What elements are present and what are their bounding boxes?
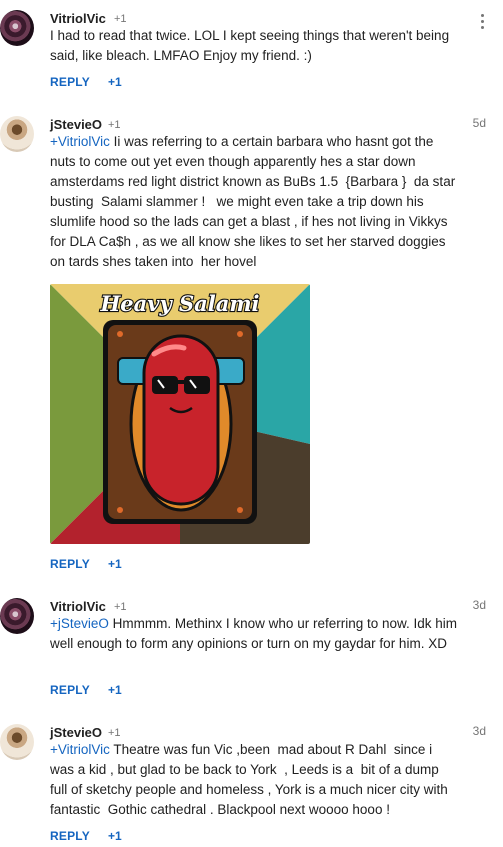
comment-body: Hmmmm. Methinx I know who ur referring t… (50, 616, 461, 651)
plus-count: +1 (114, 601, 127, 613)
comment-timestamp: 5d (472, 116, 486, 130)
avatar[interactable] (0, 116, 34, 152)
avatar[interactable] (0, 724, 34, 760)
reply-button[interactable]: REPLY (50, 683, 90, 697)
comment-body: Theatre was fun Vic ,been mad about R Da… (50, 742, 452, 817)
comment-author[interactable]: jStevieO (50, 725, 102, 740)
plus-one-button[interactable]: +1 (108, 557, 122, 571)
comment-actions: REPLY +1 (0, 557, 503, 577)
image-title: Heavy Salami (99, 291, 259, 316)
comment-text: +VitriolVic Theatre was fun Vic ,been ma… (50, 740, 458, 820)
comment-timestamp: 3d (472, 724, 486, 738)
reply-button[interactable]: REPLY (50, 829, 90, 843)
mention-link[interactable]: +jStevieO (50, 616, 109, 631)
comment-author[interactable]: VitriolVic (50, 11, 106, 26)
comment-author[interactable]: VitriolVic (50, 599, 106, 614)
comment-item: VitriolVic +1 3d +jStevieO Hmmmm. Methin… (0, 592, 503, 702)
comment-item: VitriolVic +1 I had to read that twice. … (0, 0, 503, 100)
comment-author[interactable]: jStevieO (50, 117, 102, 132)
more-options-icon[interactable] (481, 14, 485, 30)
plus-count: +1 (114, 13, 127, 25)
attached-image[interactable]: Heavy Salami (50, 284, 310, 544)
plus-one-button[interactable]: +1 (108, 75, 122, 89)
mention-link[interactable]: +VitriolVic (50, 742, 110, 757)
reply-button[interactable]: REPLY (50, 557, 90, 571)
plus-one-button[interactable]: +1 (108, 683, 122, 697)
sausage-with-sunglasses-image: Heavy Salami (50, 284, 310, 544)
reply-button[interactable]: REPLY (50, 75, 90, 89)
comment-text: +jStevieO Hmmmm. Methinx I know who ur r… (50, 614, 458, 654)
comment-body: Ii was referring to a certain barbara wh… (50, 134, 459, 269)
comment-text: I had to read that twice. LOL I kept see… (50, 28, 453, 63)
mention-link[interactable]: +VitriolVic (50, 134, 110, 149)
comment-timestamp: 3d (472, 598, 486, 612)
plus-one-button[interactable]: +1 (108, 829, 122, 843)
avatar[interactable] (0, 598, 34, 634)
comment-text: +VitriolVic Ii was referring to a certai… (50, 132, 458, 272)
comment-item: jStevieO +1 3d +VitriolVic Theatre was f… (0, 718, 503, 847)
avatar[interactable] (0, 10, 34, 46)
plus-count: +1 (108, 119, 121, 131)
plus-count: +1 (108, 727, 121, 739)
